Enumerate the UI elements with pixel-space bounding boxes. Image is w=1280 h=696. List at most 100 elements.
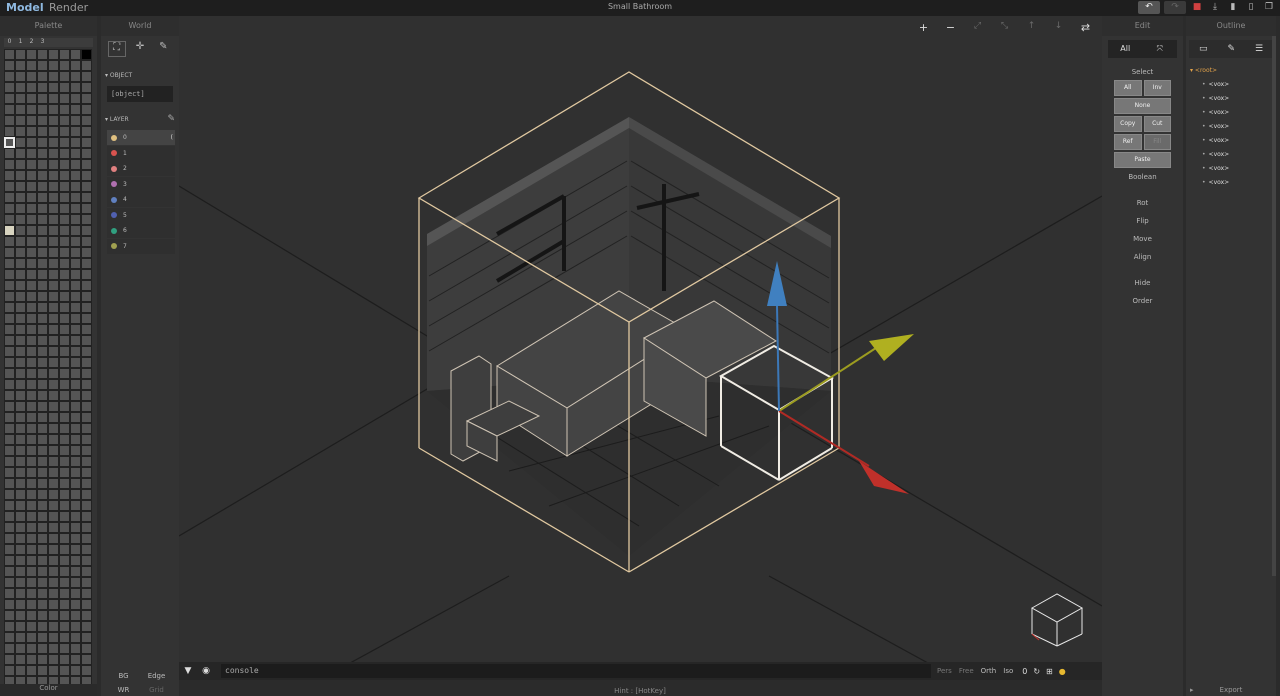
palette-swatch[interactable] xyxy=(48,588,59,599)
palette-swatch[interactable] xyxy=(70,544,81,555)
palette-swatch[interactable] xyxy=(37,665,48,676)
axis-y-arrow[interactable] xyxy=(869,334,914,361)
palette-swatch[interactable] xyxy=(48,324,59,335)
palette-swatch[interactable] xyxy=(81,247,92,258)
palette-swatch[interactable] xyxy=(26,379,37,390)
palette-swatch[interactable] xyxy=(26,203,37,214)
palette-swatch[interactable] xyxy=(26,522,37,533)
palette-swatch[interactable] xyxy=(37,192,48,203)
palette-swatch[interactable] xyxy=(81,588,92,599)
layer-item[interactable]: 4 xyxy=(107,192,175,207)
palette-swatch[interactable] xyxy=(59,203,70,214)
palette-swatch[interactable] xyxy=(70,181,81,192)
palette-swatch[interactable] xyxy=(48,511,59,522)
palette-swatch[interactable] xyxy=(37,115,48,126)
palette-swatch[interactable] xyxy=(70,269,81,280)
palette-swatch[interactable] xyxy=(15,434,26,445)
palette-swatch[interactable] xyxy=(81,489,92,500)
palette-swatch[interactable] xyxy=(70,291,81,302)
palette-swatch[interactable] xyxy=(15,346,26,357)
palette-swatch[interactable] xyxy=(70,577,81,588)
palette-swatch[interactable] xyxy=(26,346,37,357)
palette-swatch[interactable] xyxy=(37,588,48,599)
palette-swatch[interactable] xyxy=(37,434,48,445)
palette-swatch[interactable] xyxy=(15,93,26,104)
palette-swatch[interactable] xyxy=(15,313,26,324)
palette-swatch[interactable] xyxy=(15,478,26,489)
wr-toggle[interactable]: WR xyxy=(107,684,140,696)
tree-item-vox[interactable]: <vox> xyxy=(1190,120,1276,134)
move-icon[interactable]: ✛ xyxy=(131,41,149,57)
palette-swatch[interactable] xyxy=(70,71,81,82)
palette-swatch[interactable] xyxy=(59,126,70,137)
palette-swatch[interactable] xyxy=(26,533,37,544)
palette-swatch[interactable] xyxy=(59,401,70,412)
order-button[interactable]: Order xyxy=(1102,292,1183,310)
palette-swatch[interactable] xyxy=(37,511,48,522)
layer-item[interactable]: 1 xyxy=(107,145,175,161)
palette-swatch[interactable] xyxy=(59,511,70,522)
palette-swatch[interactable] xyxy=(37,544,48,555)
palette-swatch[interactable] xyxy=(81,544,92,555)
palette-swatch[interactable] xyxy=(48,126,59,137)
palette-swatch[interactable] xyxy=(81,456,92,467)
palette-swatch[interactable] xyxy=(15,269,26,280)
palette-swatch[interactable] xyxy=(48,49,59,60)
palette-swatch[interactable] xyxy=(70,588,81,599)
palette-swatch[interactable] xyxy=(59,478,70,489)
palette-swatch[interactable] xyxy=(37,126,48,137)
palette-swatch[interactable] xyxy=(4,500,15,511)
palette-swatch[interactable] xyxy=(59,379,70,390)
palette-swatch[interactable] xyxy=(70,368,81,379)
palette-swatch[interactable] xyxy=(15,577,26,588)
shrink-icon[interactable]: ⤡ xyxy=(996,21,1013,34)
palette-swatch[interactable] xyxy=(48,60,59,71)
chevron-right-icon[interactable]: ▸ xyxy=(1190,686,1194,694)
palette-swatch[interactable] xyxy=(4,192,15,203)
palette-swatch[interactable] xyxy=(37,599,48,610)
download-icon[interactable]: ⤓ xyxy=(1208,1,1222,14)
palette-swatch[interactable] xyxy=(37,60,48,71)
palette-swatch[interactable] xyxy=(4,467,15,478)
grid-toggle[interactable]: Grid xyxy=(140,684,173,696)
palette-swatch[interactable] xyxy=(37,478,48,489)
view-pers[interactable]: Pers xyxy=(937,667,952,675)
palette-swatch[interactable] xyxy=(26,137,37,148)
palette-swatch[interactable] xyxy=(37,236,48,247)
layer-item[interactable]: 3 xyxy=(107,176,175,192)
palette-swatch[interactable] xyxy=(37,456,48,467)
palette-swatch[interactable] xyxy=(81,434,92,445)
palette-swatch[interactable] xyxy=(81,159,92,170)
palette-swatch[interactable] xyxy=(48,434,59,445)
palette-swatch[interactable] xyxy=(4,82,15,93)
palette-swatch[interactable] xyxy=(15,467,26,478)
palette-swatch[interactable] xyxy=(59,192,70,203)
select-icon[interactable]: ⛶ xyxy=(107,41,126,57)
palette-swatch[interactable] xyxy=(15,247,26,258)
palette-swatch[interactable] xyxy=(70,236,81,247)
palette-swatch[interactable] xyxy=(59,324,70,335)
palette-swatch[interactable] xyxy=(59,566,70,577)
palette-swatch[interactable] xyxy=(81,621,92,632)
palette-swatch[interactable] xyxy=(15,588,26,599)
palette-swatch[interactable] xyxy=(15,302,26,313)
palette-swatch[interactable] xyxy=(70,104,81,115)
palette-swatch[interactable] xyxy=(4,225,15,236)
palette-swatch[interactable] xyxy=(48,456,59,467)
object-name-field[interactable]: [object] xyxy=(107,86,173,102)
palette-swatch[interactable] xyxy=(4,181,15,192)
bg-toggle[interactable]: BG xyxy=(107,670,140,682)
palette-swatch[interactable] xyxy=(59,148,70,159)
axis-x-arrow[interactable] xyxy=(859,461,909,494)
palette-swatch[interactable] xyxy=(37,577,48,588)
palette-swatch[interactable] xyxy=(48,566,59,577)
palette-swatch[interactable] xyxy=(26,599,37,610)
palette-swatch[interactable] xyxy=(48,104,59,115)
palette-swatch[interactable] xyxy=(37,379,48,390)
palette-swatch[interactable] xyxy=(26,511,37,522)
view-free[interactable]: Free xyxy=(959,667,974,675)
palette-swatch[interactable] xyxy=(81,313,92,324)
palette-swatch[interactable] xyxy=(48,390,59,401)
palette-swatch[interactable] xyxy=(81,522,92,533)
palette-swatch[interactable] xyxy=(4,49,15,60)
